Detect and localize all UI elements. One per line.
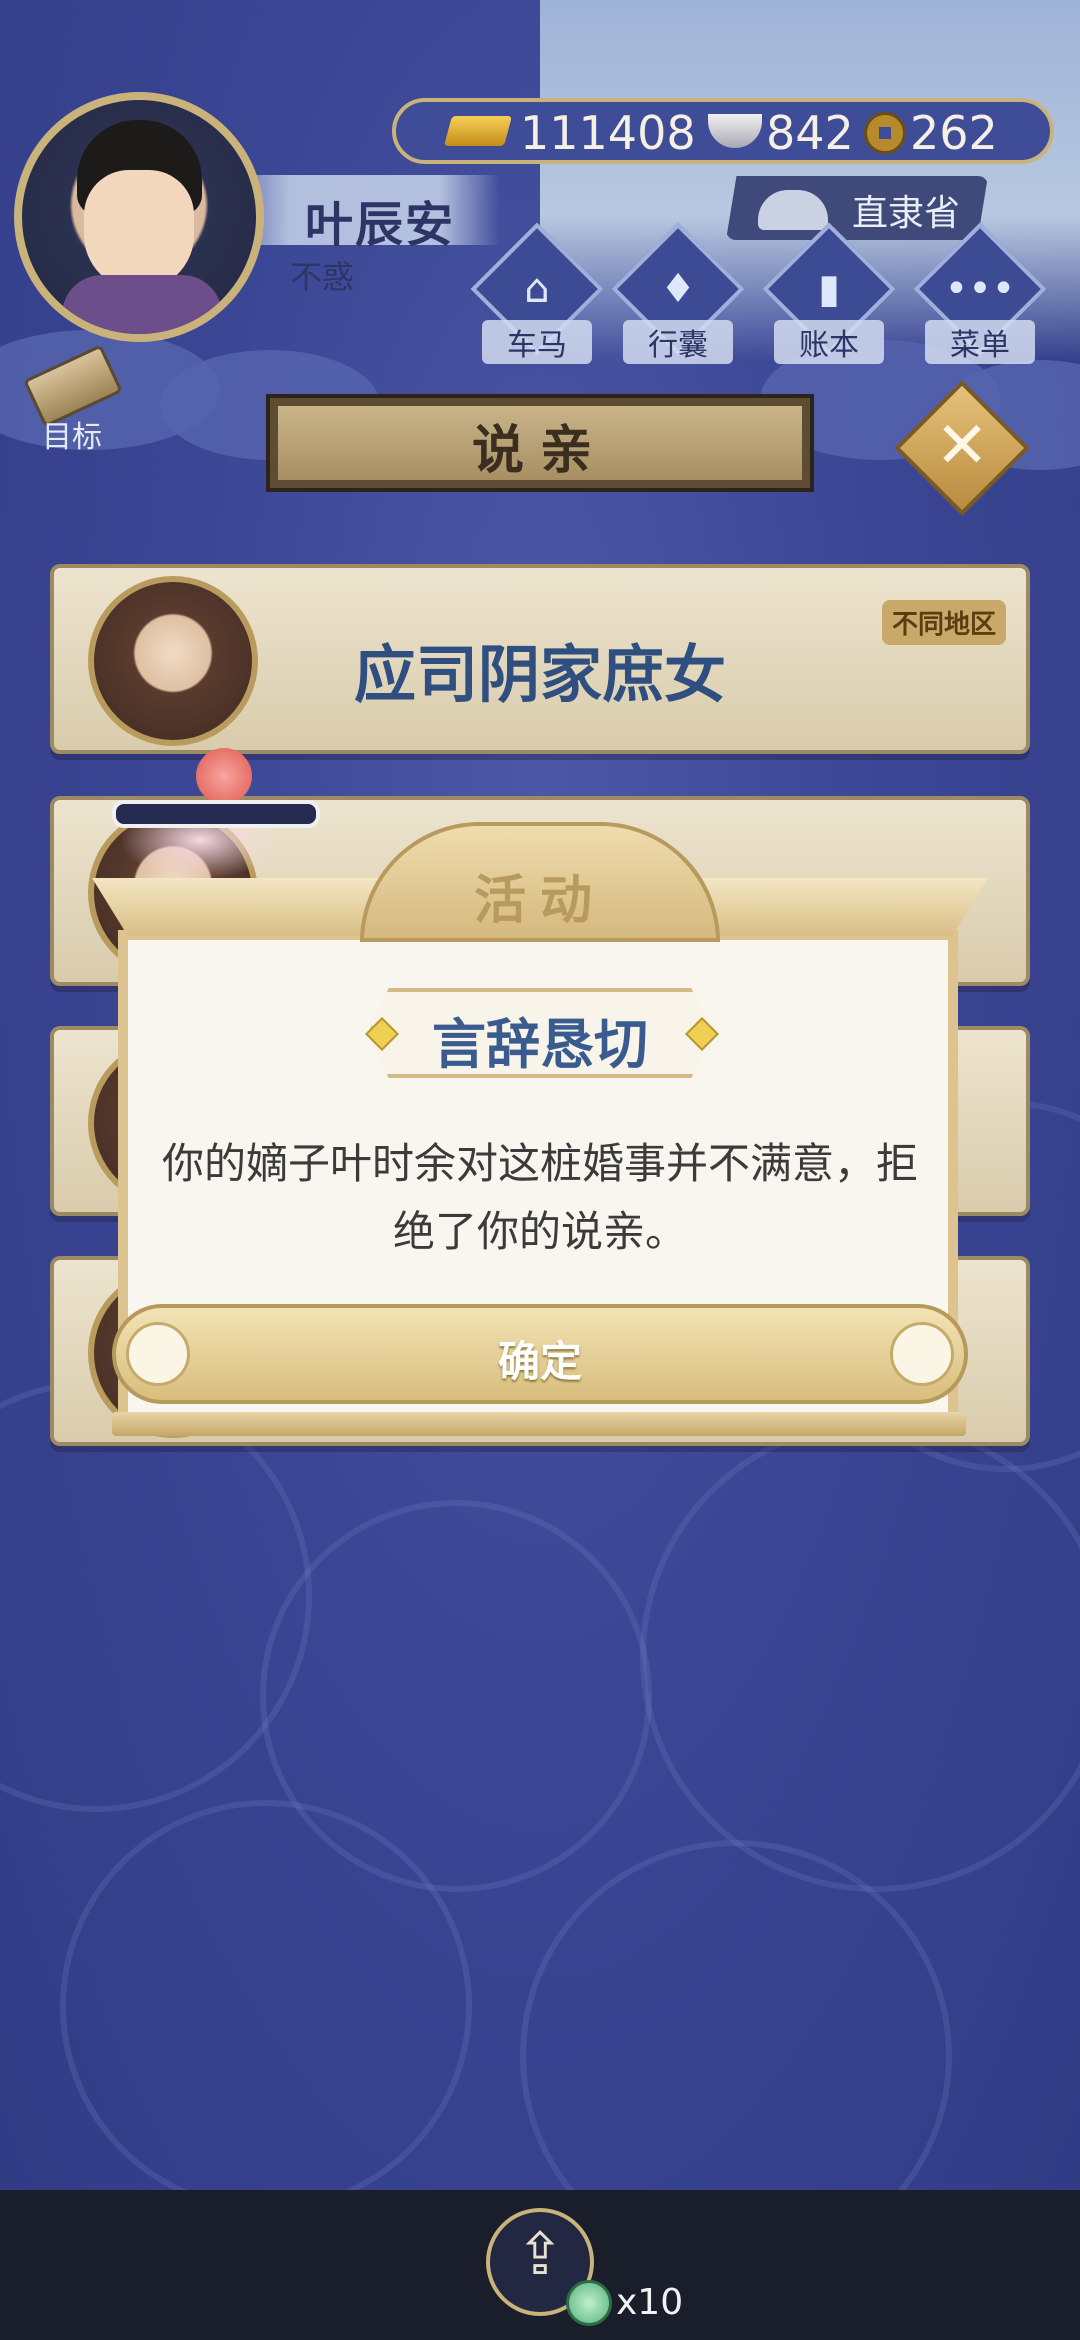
silver-ingot-icon	[708, 114, 762, 148]
swirl-pattern	[60, 1800, 472, 2190]
modal-subtitle: 言辞恳切	[432, 1013, 648, 1076]
modal-bottom-trim	[112, 1412, 966, 1436]
confirm-label: 确定	[497, 1337, 582, 1386]
fan-icon	[196, 748, 252, 804]
page-title-plate: 说亲	[266, 394, 814, 492]
nav-carriage-label: 车马	[482, 320, 592, 364]
swirl-pattern	[520, 1840, 952, 2190]
nav-ledger[interactable]: ▮ 账本	[762, 222, 896, 364]
close-icon: ✕	[935, 409, 989, 483]
goal-label: 目标	[42, 420, 102, 455]
goal-button[interactable]: 目标	[12, 344, 132, 455]
candidate-name: 应司阴家庶女	[353, 638, 726, 711]
player-title: 不惑	[290, 258, 355, 296]
nav-menu-label: 菜单	[925, 320, 1035, 364]
cloud-ribbon-decoration	[112, 800, 320, 828]
page-title: 说亲	[471, 421, 608, 481]
player-avatar[interactable]	[14, 92, 264, 342]
gold-count: 111408	[520, 106, 696, 160]
resource-bar: 111408 842 262	[392, 98, 1054, 164]
seal-icon	[758, 190, 828, 230]
nav-ledger-label: 账本	[774, 320, 884, 364]
nav-menu[interactable]: ••• 菜单	[913, 222, 1047, 364]
ledger-icon: ▮	[817, 266, 840, 312]
carriage-icon: ⌂	[524, 266, 550, 312]
modal-title: 活动	[473, 871, 606, 931]
share-icon: ⇪	[515, 2220, 565, 2288]
nav-bag[interactable]: ♦ 行囊	[611, 222, 745, 364]
copper-coin-icon	[864, 112, 906, 154]
gold-ingot-icon	[443, 116, 513, 146]
silver-count: 842	[766, 106, 854, 160]
region-tag: 不同地区	[881, 600, 1006, 645]
player-name: 叶辰安	[305, 197, 456, 253]
copper-count: 262	[910, 106, 998, 160]
region-label: 直隶省	[852, 193, 961, 234]
jade-icon	[566, 2280, 612, 2326]
region-button[interactable]: 直隶省	[726, 176, 988, 240]
reward-count: x10	[616, 2282, 684, 2323]
nav-bag-label: 行囊	[623, 320, 733, 364]
nav-carriage[interactable]: ⌂ 车马	[470, 222, 604, 364]
candidate-card[interactable]: 应司阴家庶女 不同地区	[50, 564, 1030, 754]
modal-message: 你的嫡子叶时余对这桩婚事并不满意，拒绝了你的说亲。	[161, 1139, 918, 1256]
swirl-pattern	[640, 1420, 1080, 1892]
menu-icon: •••	[944, 266, 1016, 312]
bag-icon: ♦	[660, 266, 696, 312]
